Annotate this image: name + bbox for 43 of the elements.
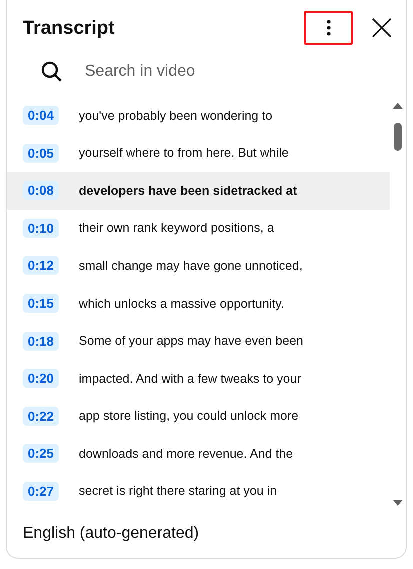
transcript-segment[interactable]: 0:18 Some of your apps may have even been — [7, 322, 390, 360]
search-icon — [41, 61, 63, 83]
transcript-segment[interactable]: 0:10 their own rank keyword positions, a — [7, 210, 390, 248]
timestamp[interactable]: 0:12 — [23, 256, 60, 276]
segment-text: Some of your apps may have even been — [79, 334, 304, 348]
segment-text: app store listing, you could unlock more — [79, 409, 299, 424]
segment-text: you've probably been wondering to — [79, 108, 273, 123]
close-icon — [372, 18, 392, 38]
segment-text: yourself where to from here. But while — [79, 146, 289, 160]
segment-text: their own rank keyword positions, a — [79, 221, 274, 236]
scroll-down-icon[interactable] — [393, 500, 403, 506]
timestamp[interactable]: 0:18 — [23, 332, 60, 351]
timestamp[interactable]: 0:08 — [23, 181, 60, 200]
transcript-segment[interactable]: 0:12 small change may have gone unnoticed, — [7, 247, 390, 285]
transcript-segment[interactable]: 0:20 impacted. And with a few tweaks to your — [7, 360, 390, 398]
more-icon — [326, 20, 330, 36]
transcript-segment[interactable]: 0:08 developers have been sidetracked at — [7, 172, 390, 210]
timestamp[interactable]: 0:20 — [23, 369, 60, 388]
timestamp[interactable]: 0:27 — [23, 482, 60, 501]
transcript-segment[interactable]: 0:27 secret is right there staring at you in — [7, 472, 390, 510]
segment-text: impacted. And with a few tweaks to your — [79, 372, 302, 386]
transcript-segment[interactable]: 0:04 you've probably been wondering to — [7, 97, 390, 135]
timestamp[interactable]: 0:04 — [23, 106, 60, 126]
transcript-segment[interactable]: 0:22 app store listing, you could unlock more — [7, 397, 390, 435]
timestamp[interactable]: 0:25 — [23, 444, 60, 464]
segment-text: small change may have gone unnoticed, — [79, 258, 303, 273]
panel-title: Transcript — [23, 18, 116, 40]
transcript-segment[interactable]: 0:15 which unlocks a massive opportunity. — [7, 284, 390, 322]
segment-text: which unlocks a massive opportunity. — [79, 296, 284, 310]
segment-text: developers have been sidetracked at — [79, 184, 298, 198]
transcript-segment[interactable]: 0:25 downloads and more revenue. And the — [7, 434, 390, 472]
language-label[interactable]: English (auto-generated) — [23, 525, 200, 543]
scroll-up-icon[interactable] — [393, 103, 403, 109]
timestamp[interactable]: 0:15 — [23, 294, 60, 313]
timestamp[interactable]: 0:10 — [23, 218, 60, 238]
segment-text: downloads and more revenue. And the — [79, 446, 294, 461]
transcript-segment[interactable]: 0:05 yourself where to from here. But while — [7, 134, 390, 172]
search-field[interactable]: Search in video — [83, 62, 337, 82]
timestamp[interactable]: 0:05 — [23, 144, 60, 163]
scroll-thumb[interactable] — [394, 123, 402, 151]
timestamp[interactable]: 0:22 — [23, 406, 60, 426]
more-options-button[interactable] — [304, 11, 353, 45]
segment-text: secret is right there staring at you in — [79, 484, 278, 498]
